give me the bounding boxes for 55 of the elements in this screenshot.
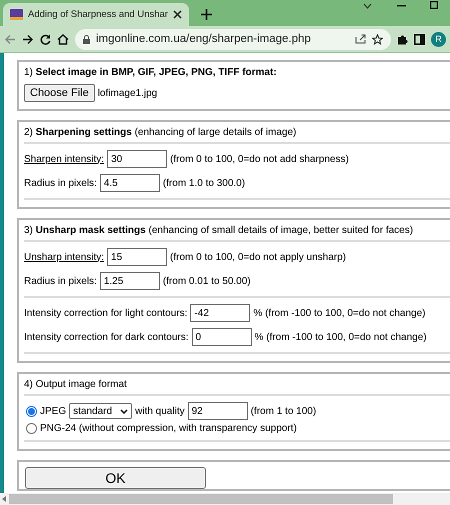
number-input[interactable]: 0	[192, 328, 252, 346]
option-label: PNG-24 (without compression, with transparency support)	[40, 423, 297, 434]
number-input[interactable]: 15	[107, 248, 168, 266]
option-label: JPEG	[40, 406, 66, 416]
range-hint: (from 0.01 to 50.00)	[162, 276, 251, 286]
star-icon[interactable]	[372, 34, 383, 44]
field-label: Intensity correction for dark contours:	[24, 332, 189, 342]
file-name: lofimage1.jpg	[98, 88, 158, 98]
chevron-down-icon	[120, 408, 128, 414]
url-text: imgonline.com.ua/eng/sharpen-image.php	[96, 33, 312, 45]
field-label: Radius in pixels:	[24, 276, 97, 286]
maximize-icon[interactable]	[430, 1, 438, 9]
field-label: with quality	[135, 406, 185, 416]
section-heading: 3) Unsharp mask settings (enhancing of small details of image, better suited for faces)	[24, 225, 414, 236]
browser-tab[interactable]: Adding of Sharpness and Unshar	[3, 3, 189, 26]
field-label: Intensity correction for light contours:	[24, 308, 188, 318]
radio-button[interactable]	[26, 423, 37, 434]
range-hint: % (from -100 to 100, 0=do not change)	[254, 332, 427, 342]
choose-file-button[interactable]: Choose File	[24, 84, 95, 102]
lock-icon	[83, 34, 90, 44]
share-icon[interactable]	[355, 34, 366, 44]
help-link[interactable]: Unsharp intensity:	[24, 252, 104, 262]
range-hint: (from 0 to 100, 0=do not add sharpness)	[170, 154, 349, 164]
address-bar[interactable]: imgonline.com.ua/eng/sharpen-image.php	[75, 28, 391, 50]
ok-button[interactable]: OK	[25, 467, 206, 489]
puzzle-icon[interactable]	[397, 34, 408, 44]
section-heading: 2) Sharpening settings (enhancing of large details of image)	[24, 127, 298, 138]
scroll-left-icon[interactable]	[2, 496, 6, 502]
forward-icon[interactable]	[22, 34, 34, 44]
number-input[interactable]: 1.25	[100, 272, 160, 290]
tab-title: Adding of Sharpness and Unshar	[28, 9, 168, 20]
scrollbar-thumb[interactable]	[9, 494, 393, 504]
range-hint: (from 1 to 100)	[250, 406, 316, 416]
section-heading: 1) Select image in BMP, GIF, JPEG, PNG, TIFF format:	[24, 67, 278, 78]
chevron-down-icon[interactable]	[363, 3, 372, 9]
home-icon[interactable]	[57, 34, 69, 44]
format-dropdown[interactable]: standard	[69, 403, 132, 419]
site-favicon	[10, 9, 23, 20]
section-heading: 4) Output image format	[24, 379, 128, 390]
new-tab-icon[interactable]	[200, 9, 212, 20]
number-input[interactable]: -42	[190, 304, 250, 322]
number-input[interactable]: 30	[107, 150, 168, 168]
field-label: Radius in pixels:	[24, 178, 97, 188]
number-input[interactable]: 4.5	[100, 174, 160, 192]
sidebar-icon[interactable]	[414, 34, 425, 44]
range-hint: % (from -100 to 100, 0=do not change)	[253, 308, 426, 318]
quality-input[interactable]: 92	[188, 402, 248, 420]
close-icon[interactable]	[172, 10, 182, 19]
range-hint: (from 1.0 to 300.0)	[162, 178, 246, 188]
profile-avatar[interactable]: R	[431, 32, 446, 46]
radio-button[interactable]	[26, 406, 37, 416]
reload-icon[interactable]	[40, 34, 51, 44]
range-hint: (from 0 to 100, 0=do not apply unsharp)	[170, 252, 346, 262]
help-link[interactable]: Sharpen intensity:	[24, 154, 104, 164]
minimize-icon[interactable]	[397, 5, 406, 7]
